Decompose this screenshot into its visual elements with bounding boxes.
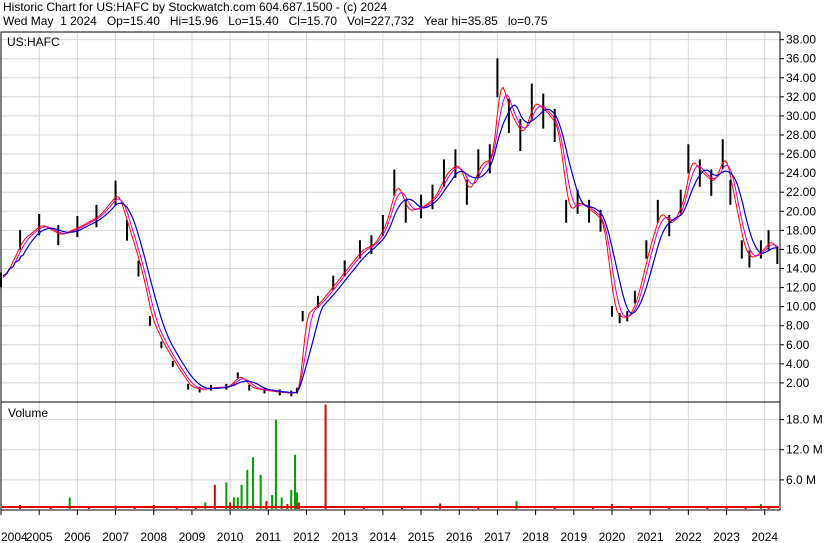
price-tick-label: 10.00 — [786, 300, 816, 314]
time-tick-label: 2010 — [217, 530, 244, 543]
price-tick-label: 14.00 — [786, 261, 816, 275]
price-tick-label: 28.00 — [786, 128, 816, 142]
price-tick-label: 16.00 — [786, 242, 816, 256]
price-marks — [0, 58, 779, 397]
price-tick-label: 26.00 — [786, 147, 816, 161]
time-tick-label: 2017 — [484, 530, 511, 543]
price-tick-label: 34.00 — [786, 71, 816, 85]
price-tick-label: 38.00 — [786, 33, 816, 47]
price-tick-label: 32.00 — [786, 90, 816, 104]
volume-marks — [2, 404, 779, 509]
price-tick-label: 18.00 — [786, 223, 816, 237]
time-tick-label: 2012 — [293, 530, 320, 543]
volume-tick-label: 12.0 M — [786, 443, 823, 457]
time-tick-label: 2021 — [637, 530, 664, 543]
price-tick-label: 20.00 — [786, 204, 816, 218]
time-tick-label: 2011 — [255, 530, 281, 543]
time-tick-label: 2024 — [751, 530, 778, 543]
price-tick-label: 6.00 — [786, 338, 810, 352]
price-tick-label: 8.00 — [786, 319, 810, 333]
volume-panel-frame — [0, 401, 781, 511]
price-line-mid-average — [2, 94, 778, 394]
time-tick-label: 2006 — [64, 530, 91, 543]
time-tick-label: 2020 — [599, 530, 626, 543]
price-tick-label: 24.00 — [786, 166, 816, 180]
price-tick-label: 12.00 — [786, 281, 816, 295]
price-grid — [0, 32, 780, 510]
time-tick-label: 2016 — [446, 530, 473, 543]
time-tick-label: 2008 — [140, 530, 167, 543]
price-axis: 38.00 36.00 34.00 32.00 30.00 28.00 26.00 24.00… — [780, 33, 816, 390]
price-tick-label: 30.00 — [786, 109, 816, 123]
historic-chart: US:HAFC Volume 38.00 36.00 34.00 32.00 30.00… — [0, 31, 823, 543]
time-tick-label: 2004 — [1, 530, 28, 543]
time-tick-label: 2007 — [102, 530, 129, 543]
price-tick-label: 22.00 — [786, 185, 816, 199]
price-tick-label: 2.00 — [786, 376, 810, 390]
volume-tick-label: 18.0 M — [786, 413, 823, 427]
price-tick-label: 4.00 — [786, 357, 810, 371]
volume-grid — [1, 419, 780, 481]
volume-axis: 18.0 M 12.0 M 6.0 M — [780, 413, 823, 487]
price-tick-label: 36.00 — [786, 52, 816, 66]
volume-label: Volume — [8, 406, 48, 420]
time-tick-label: 2005 — [26, 530, 53, 543]
time-tick-label: 2013 — [331, 530, 358, 543]
time-tick-label: 2014 — [370, 530, 397, 543]
time-tick-label: 2015 — [408, 530, 435, 543]
price-line-short-average — [2, 86, 778, 394]
volume-tick-label: 6.0 M — [786, 473, 816, 487]
time-tick-label: 2023 — [713, 530, 740, 543]
price-line-long-average — [2, 104, 778, 394]
time-tick-label: 2019 — [560, 530, 587, 543]
time-tick-label: 2022 — [675, 530, 702, 543]
time-tick-label: 2009 — [179, 530, 206, 543]
symbol-label: US:HAFC — [7, 35, 60, 49]
time-tick-label: 2018 — [522, 530, 549, 543]
time-axis: 20042005 2006 2007 2008 2009 2010 2011 2012 2013… — [0, 510, 778, 543]
